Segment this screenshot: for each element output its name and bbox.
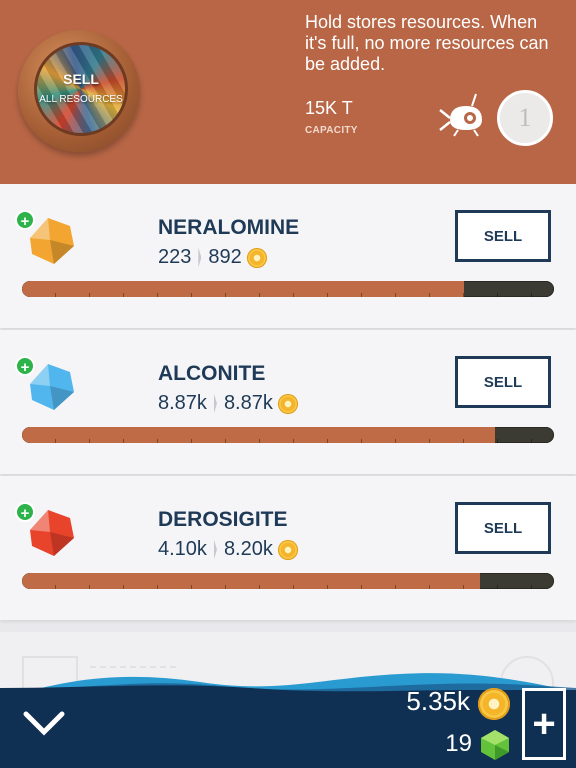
coin-icon xyxy=(277,393,298,414)
resource-amount: 223 xyxy=(158,246,192,268)
coin-icon xyxy=(277,539,298,560)
separator xyxy=(198,247,202,268)
capacity-bar xyxy=(22,573,554,589)
add-resource-plus-icon[interactable]: + xyxy=(15,210,35,230)
hold-description: Hold stores resources. When it's full, n… xyxy=(305,12,549,74)
capacity-bar xyxy=(22,281,554,297)
capacity-bar-ticks xyxy=(22,573,554,589)
plus-icon: + xyxy=(532,702,556,746)
capacity-value: 15K T xyxy=(305,98,353,118)
resource-value: 892 xyxy=(208,246,242,268)
add-gems-button[interactable]: + xyxy=(522,688,566,760)
coin-balance: 5.35k xyxy=(406,686,470,716)
separator xyxy=(213,393,217,414)
add-resource-plus-icon[interactable]: + xyxy=(15,356,35,376)
capacity-bar-ticks xyxy=(22,427,554,443)
sell-all-resources-button[interactable]: SELL ALL RESOURCES xyxy=(18,30,140,152)
resource-name: DEROSIGITE xyxy=(158,508,288,531)
capacity-label: CAPACITY xyxy=(305,125,358,136)
resource-name: ALCONITE xyxy=(158,362,266,385)
resource-amount: 8.87k xyxy=(158,392,207,414)
resource-value: 8.87k xyxy=(223,392,273,414)
chevron-down-icon[interactable] xyxy=(22,708,66,738)
resource-card: + NERALOMINE 223 892 SELL xyxy=(0,184,576,328)
drone-icon xyxy=(439,93,482,137)
coin-icon xyxy=(478,688,510,720)
sell-all-title: SELL xyxy=(63,71,99,87)
resource-amount: 4.10k xyxy=(158,538,207,560)
resource-amounts: 4.10k 8.20k xyxy=(158,538,298,561)
resource-amounts: 223 892 xyxy=(158,246,267,269)
hold-header: SELL ALL RESOURCES Hold stores resources… xyxy=(0,0,576,184)
resource-card: + DEROSIGITE 4.10k 8.20k SELL xyxy=(0,476,576,620)
separator xyxy=(213,539,217,560)
sell-button[interactable]: SELL xyxy=(455,502,551,554)
porthole-icon: SELL ALL RESOURCES xyxy=(34,42,128,136)
capacity-bar xyxy=(22,427,554,443)
level-value: 1 xyxy=(518,103,532,132)
sell-button[interactable]: SELL xyxy=(455,210,551,262)
coin-icon xyxy=(246,247,267,268)
sell-all-subtitle: ALL RESOURCES xyxy=(39,94,123,105)
gem-balance: 19 xyxy=(445,730,472,757)
resource-card: + ALCONITE 8.87k 8.87k SELL xyxy=(0,330,576,474)
capacity-bar-ticks xyxy=(22,281,554,297)
bottom-bar: 5.35k 19 + xyxy=(0,660,576,768)
gem-icon xyxy=(481,730,509,760)
resource-name: NERALOMINE xyxy=(158,216,300,239)
add-resource-plus-icon[interactable]: + xyxy=(15,502,35,522)
sell-button[interactable]: SELL xyxy=(455,356,551,408)
resource-amounts: 8.87k 8.87k xyxy=(158,392,298,415)
level-indicator: 1 xyxy=(497,90,553,146)
resource-value: 8.20k xyxy=(223,538,273,560)
